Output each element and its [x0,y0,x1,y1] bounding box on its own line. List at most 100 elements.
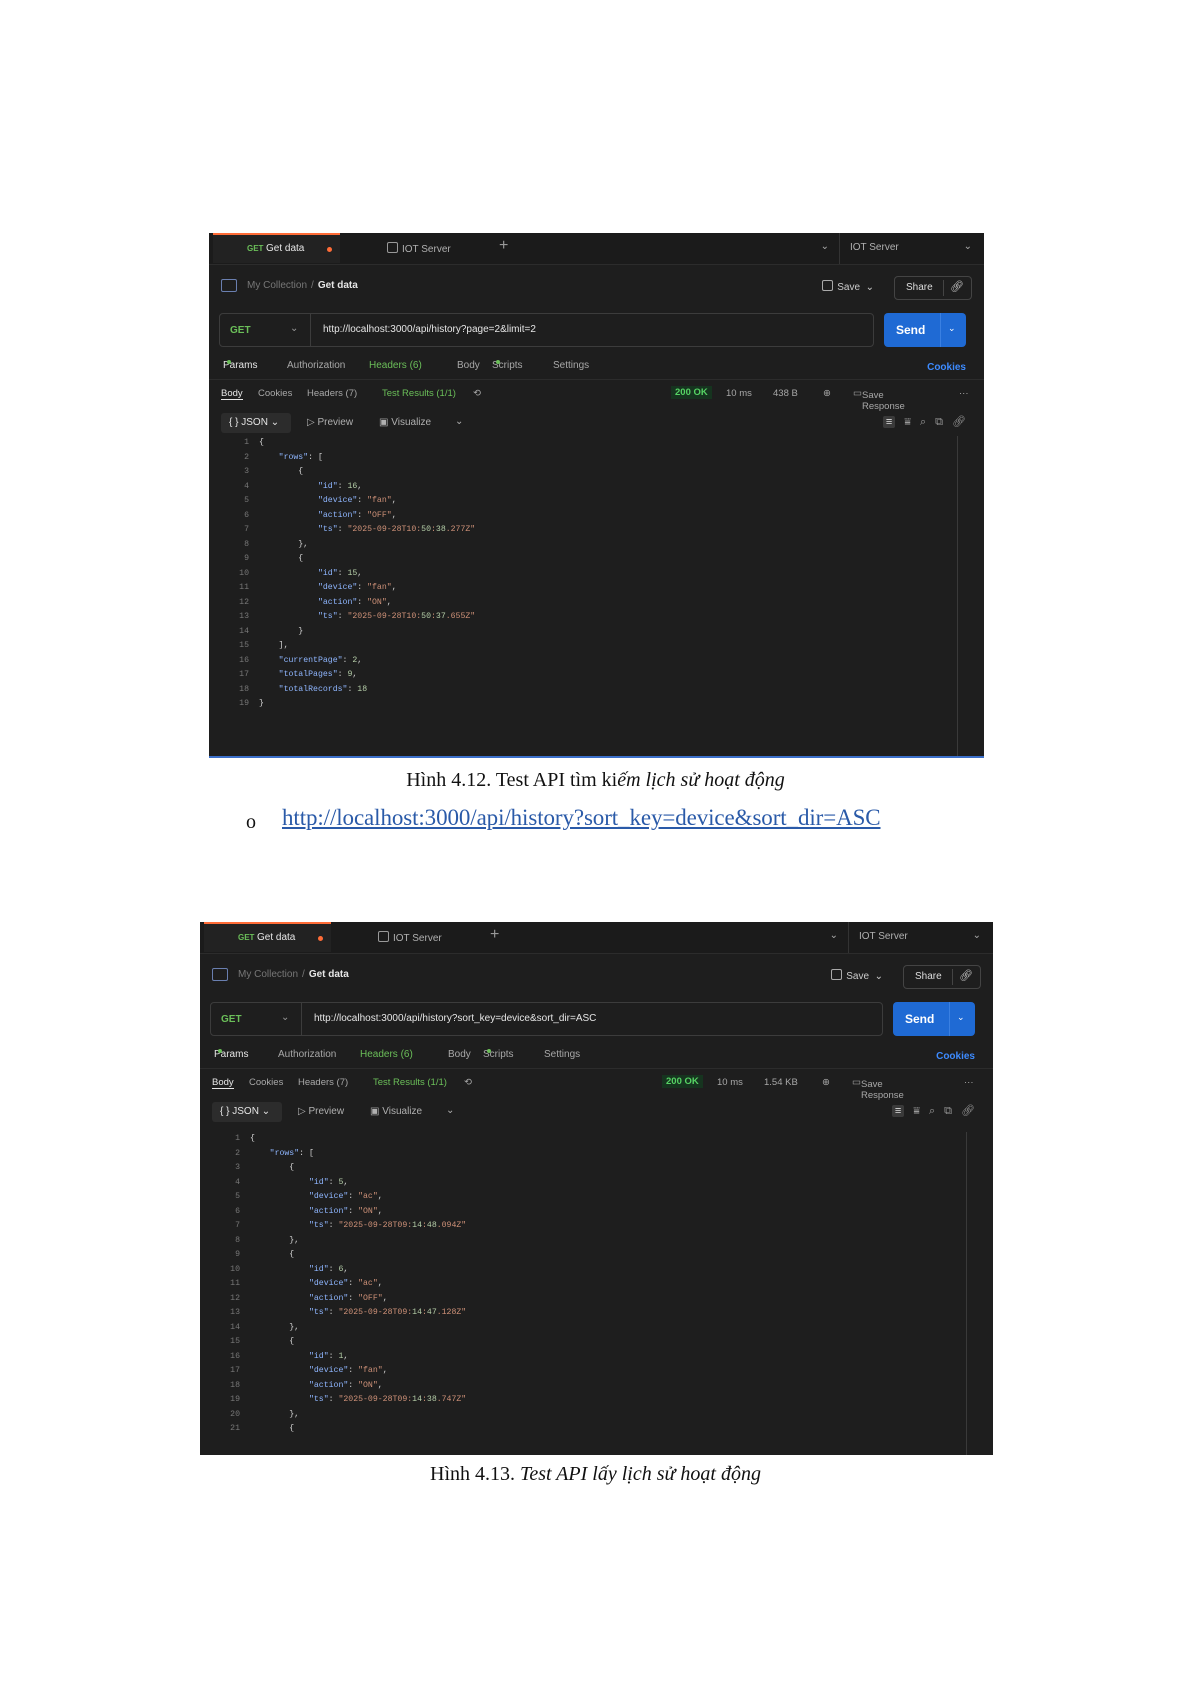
breadcrumb-collection[interactable]: My Collection [247,280,307,291]
history-icon[interactable]: ⟲ [464,1077,472,1088]
visualize-chevron-icon[interactable]: ⌄ [455,416,463,427]
share-button[interactable]: Share 🔗︎ [903,965,981,989]
send-button[interactable]: Send ⌄ [884,313,966,347]
link-icon[interactable]: 🔗︎ [952,416,966,428]
preview-button[interactable]: ▷ Preview [307,417,353,428]
environment-name: IOT Server [850,242,899,253]
more-options-icon[interactable]: ··· [964,1077,974,1088]
code-line: { [250,1163,295,1172]
globe-icon[interactable]: ⊕ [822,1077,830,1088]
request-tabs: Params Authorization Headers (6) Body Sc… [214,1049,975,1067]
history-icon[interactable]: ⟲ [473,388,481,399]
line-number: 7 [235,1221,240,1230]
new-tab-plus-icon[interactable]: + [490,926,499,944]
tab-iot-server[interactable]: IOT Server [387,242,451,255]
code-line: "device": "ac", [308,1192,383,1201]
format-selector[interactable]: { } JSON ⌄ [221,413,291,433]
scrollbar[interactable] [957,436,958,756]
res-tab-test-results[interactable]: Test Results (1/1) [382,388,456,399]
response-size: 1.54 KB [764,1077,798,1088]
method-selector[interactable]: GET [221,1014,242,1025]
res-tab-headers[interactable]: Headers (7) [307,388,357,399]
tab-body[interactable]: Body [448,1049,471,1060]
figure-caption-4-13: Hình 4.13. Test API lấy lịch sử hoạt độn… [0,1463,1191,1486]
share-button[interactable]: Share 🔗︎ [894,276,972,300]
breadcrumb-collection[interactable]: My Collection [238,969,298,980]
response-body-code[interactable]: 1 { 2 "rows": [ 3 { 4 "id": 16, 5 "device… [221,436,956,712]
tabs-dropdown-chevron-icon[interactable]: ⌄ [830,930,838,941]
tab-settings[interactable]: Settings [553,360,589,371]
tabs-dropdown-chevron-icon[interactable]: ⌄ [821,241,829,252]
code-line: "rows": [ [278,452,323,462]
res-tab-cookies[interactable]: Cookies [258,388,292,399]
cookies-link[interactable]: Cookies [936,1051,975,1062]
search-icon[interactable]: ⌕ [920,416,926,428]
environment-selector[interactable]: IOT Server ⌄ [848,922,993,953]
res-tab-headers[interactable]: Headers (7) [298,1077,348,1088]
link-icon[interactable]: 🔗︎ [959,969,973,982]
tab-authorization[interactable]: Authorization [278,1049,336,1060]
tab-iot-server[interactable]: IOT Server [378,931,442,944]
caption-italic-text: Test API lấy lịch sử hoạt động [520,1463,761,1485]
api-url-link[interactable]: http://localhost:3000/api/history?sort_k… [282,805,881,831]
save-button[interactable]: Save ⌄ [822,280,874,293]
save-response-button[interactable]: ▭ Save Response [852,1077,904,1101]
save-response-button[interactable]: ▭ Save Response [853,388,905,412]
copy-icon[interactable]: ⧉ [944,1105,952,1117]
visualize-chevron-icon[interactable]: ⌄ [446,1105,454,1116]
link-icon[interactable]: 🔗︎ [961,1105,975,1117]
wrap-lines-icon[interactable]: ≡ [891,1105,905,1117]
url-input[interactable]: http://localhost:3000/api/history?sort_k… [314,1013,596,1024]
send-chevron-icon[interactable]: ⌄ [957,1012,965,1023]
share-label: Share [906,282,933,293]
tab-settings[interactable]: Settings [544,1049,580,1060]
response-tabs: Body Cookies Headers (7) Test Results (1… [221,386,969,412]
filter-icon[interactable]: ⩸ [913,1105,920,1117]
visualize-button[interactable]: ▣ Visualize [379,417,431,428]
code-line: "id": 15, [317,568,363,578]
cookies-link[interactable]: Cookies [927,362,966,373]
method-selector[interactable]: GET [230,325,251,336]
line-number: 19 [230,1395,240,1404]
tab-get-data[interactable]: GET Get data [213,233,340,263]
wrap-lines-icon[interactable]: ≡ [882,416,896,428]
send-chevron-icon[interactable]: ⌄ [948,323,956,334]
res-tab-body[interactable]: Body [221,388,243,400]
send-button[interactable]: Send ⌄ [893,1002,975,1036]
link-icon[interactable]: 🔗︎ [950,280,964,293]
unsaved-dot-icon [318,936,323,941]
status-dot-icon [487,1049,491,1053]
tab-authorization[interactable]: Authorization [287,360,345,371]
status-badge: 200 OK [671,386,712,399]
code-line: "totalRecords": 18 [278,684,368,694]
response-time: 10 ms [717,1077,743,1088]
preview-label: Preview [317,417,354,428]
search-icon[interactable]: ⌕ [929,1105,935,1117]
method-chevron-icon[interactable]: ⌄ [290,323,298,334]
tab-headers[interactable]: Headers (6) [360,1049,413,1060]
res-tab-test-results[interactable]: Test Results (1/1) [373,1077,447,1088]
more-options-icon[interactable]: ··· [959,388,969,399]
visualize-button[interactable]: ▣ Visualize [370,1106,422,1117]
res-tab-body[interactable]: Body [212,1077,234,1089]
tab-body[interactable]: Body [457,360,480,371]
url-bar[interactable]: GET ⌄ http://localhost:3000/api/history?… [219,313,874,347]
url-input[interactable]: http://localhost:3000/api/history?page=2… [323,324,536,335]
save-button[interactable]: Save ⌄ [831,969,883,982]
new-tab-plus-icon[interactable]: + [499,237,508,255]
copy-icon[interactable]: ⧉ [935,416,943,428]
line-number: 11 [230,1279,240,1288]
response-body-code[interactable]: 1 { 2 "rows": [ 3 { 4 "id": 5, 5 "device"… [212,1132,965,1437]
url-bar[interactable]: GET ⌄ http://localhost:3000/api/history?… [210,1002,883,1036]
res-tab-cookies[interactable]: Cookies [249,1077,283,1088]
preview-button[interactable]: ▷ Preview [298,1106,344,1117]
format-selector[interactable]: { } JSON ⌄ [212,1102,282,1122]
tab-get-data[interactable]: GET Get data [204,922,331,952]
filter-icon[interactable]: ⩸ [904,416,911,428]
globe-icon[interactable]: ⊕ [823,388,831,399]
line-number: 1 [235,1134,240,1143]
environment-selector[interactable]: IOT Server ⌄ [839,233,984,264]
scrollbar[interactable] [966,1132,967,1455]
method-chevron-icon[interactable]: ⌄ [281,1012,289,1023]
tab-headers[interactable]: Headers (6) [369,360,422,371]
